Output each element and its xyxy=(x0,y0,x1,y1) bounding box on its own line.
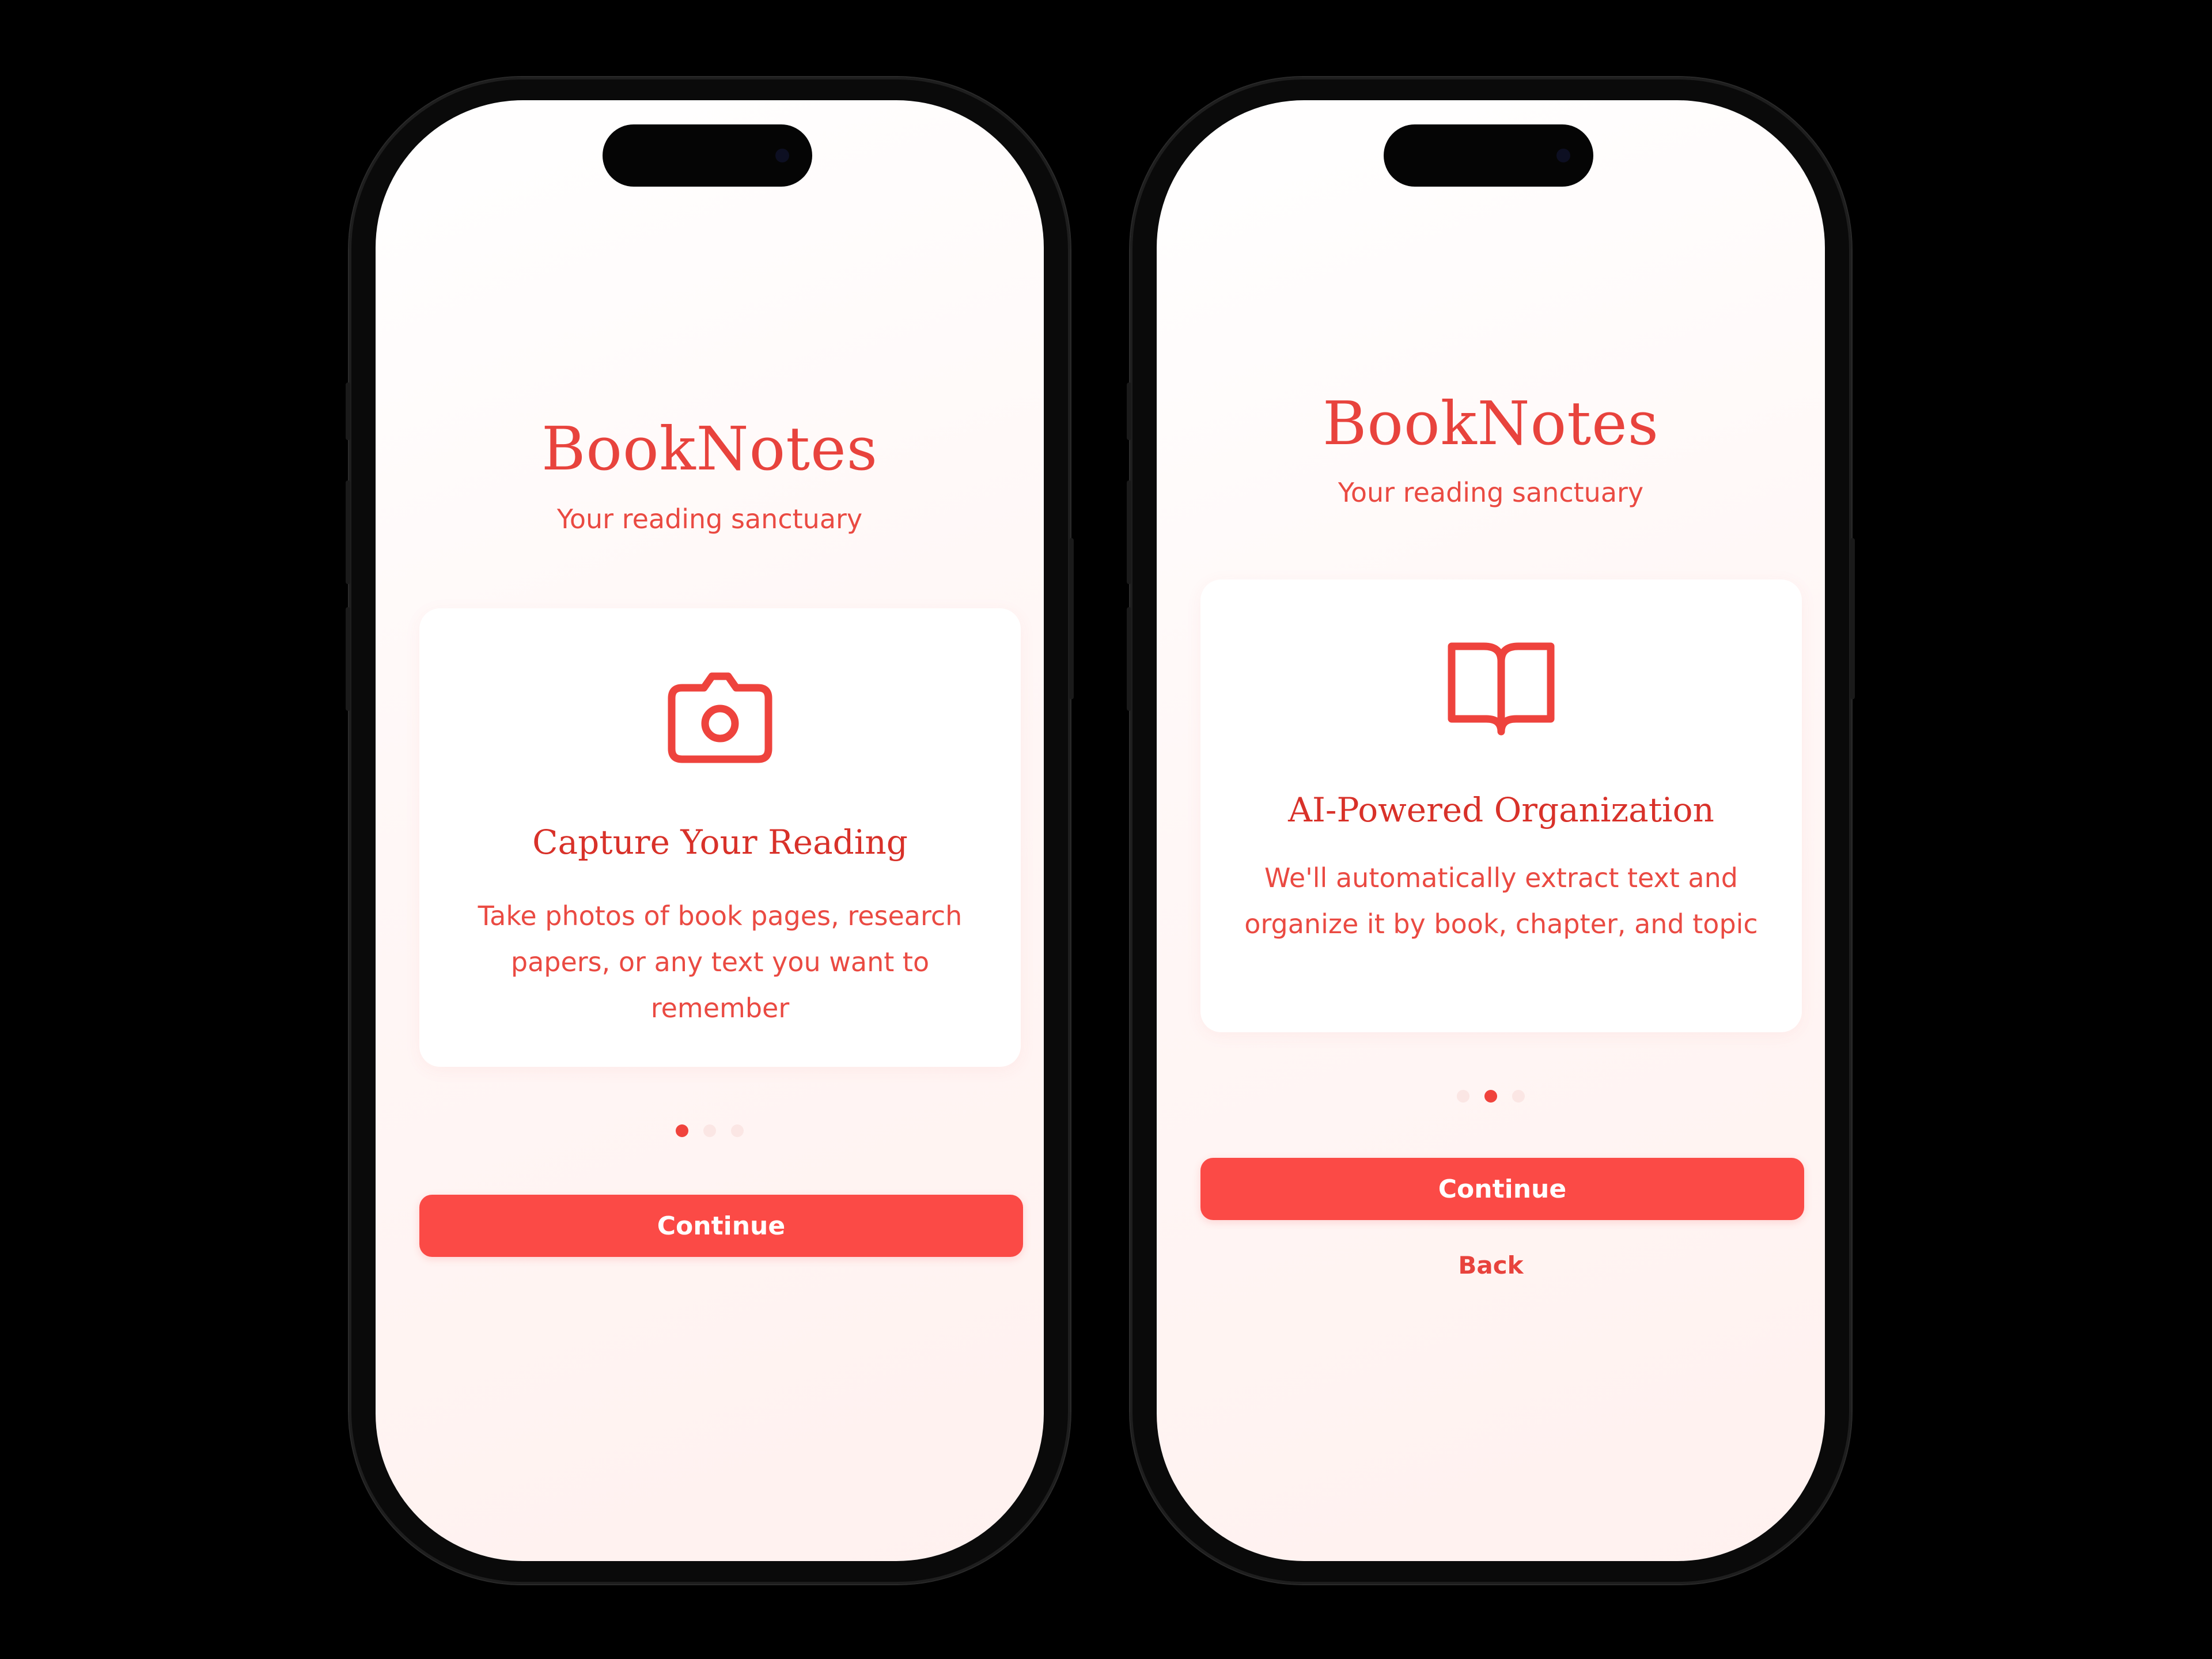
feature-card: Capture Your Reading Take photos of book… xyxy=(419,608,1021,1067)
action-button xyxy=(346,382,350,440)
app-subtitle: Your reading sanctuary xyxy=(1338,477,1644,508)
app-subtitle: Your reading sanctuary xyxy=(556,503,863,535)
action-button xyxy=(1127,382,1131,440)
pagination-dot-3[interactable] xyxy=(1512,1090,1525,1103)
card-description: Take photos of book pages, research pape… xyxy=(478,900,963,1024)
volume-up-button xyxy=(1127,480,1131,584)
phone-frame-1: BookNotes Your reading sanctuary Capture… xyxy=(346,77,1074,1584)
onboarding-screen-1: BookNotes Your reading sanctuary Capture… xyxy=(376,100,1044,1561)
pagination-dot-2[interactable] xyxy=(703,1124,716,1137)
pagination-dot-1[interactable] xyxy=(1457,1090,1469,1103)
volume-down-button xyxy=(346,607,350,711)
power-button xyxy=(1069,538,1074,699)
camera-lens-icon xyxy=(775,149,789,162)
dynamic-island xyxy=(603,124,812,187)
continue-button[interactable]: Continue xyxy=(419,1195,1023,1257)
onboarding-screen-2: BookNotes Your reading sanctuary AI-Powe… xyxy=(1157,100,1825,1561)
card-heading: Capture Your Reading xyxy=(532,823,908,862)
card-description: We'll automatically extract text and org… xyxy=(1244,862,1758,940)
camera-icon xyxy=(668,672,772,763)
power-button xyxy=(1850,538,1855,699)
pagination-dot-1[interactable] xyxy=(676,1124,688,1137)
volume-down-button xyxy=(1127,607,1131,711)
back-button[interactable]: Back xyxy=(1157,1251,1825,1279)
card-heading: AI-Powered Organization xyxy=(1288,790,1714,830)
phone-frame-2: BookNotes Your reading sanctuary AI-Powe… xyxy=(1127,77,1855,1584)
dynamic-island xyxy=(1384,124,1593,187)
pagination-dot-3[interactable] xyxy=(731,1124,744,1137)
app-title: BookNotes xyxy=(541,414,878,484)
app-title: BookNotes xyxy=(1323,388,1659,459)
volume-up-button xyxy=(346,480,350,584)
pagination-dot-2[interactable] xyxy=(1484,1090,1497,1103)
camera-lens-icon xyxy=(1556,149,1570,162)
book-open-icon xyxy=(1448,642,1555,736)
pagination-dots xyxy=(376,1124,1044,1137)
feature-card: AI-Powered Organization We'll automatica… xyxy=(1200,579,1802,1032)
continue-button[interactable]: Continue xyxy=(1200,1158,1804,1220)
pagination-dots xyxy=(1157,1090,1825,1103)
